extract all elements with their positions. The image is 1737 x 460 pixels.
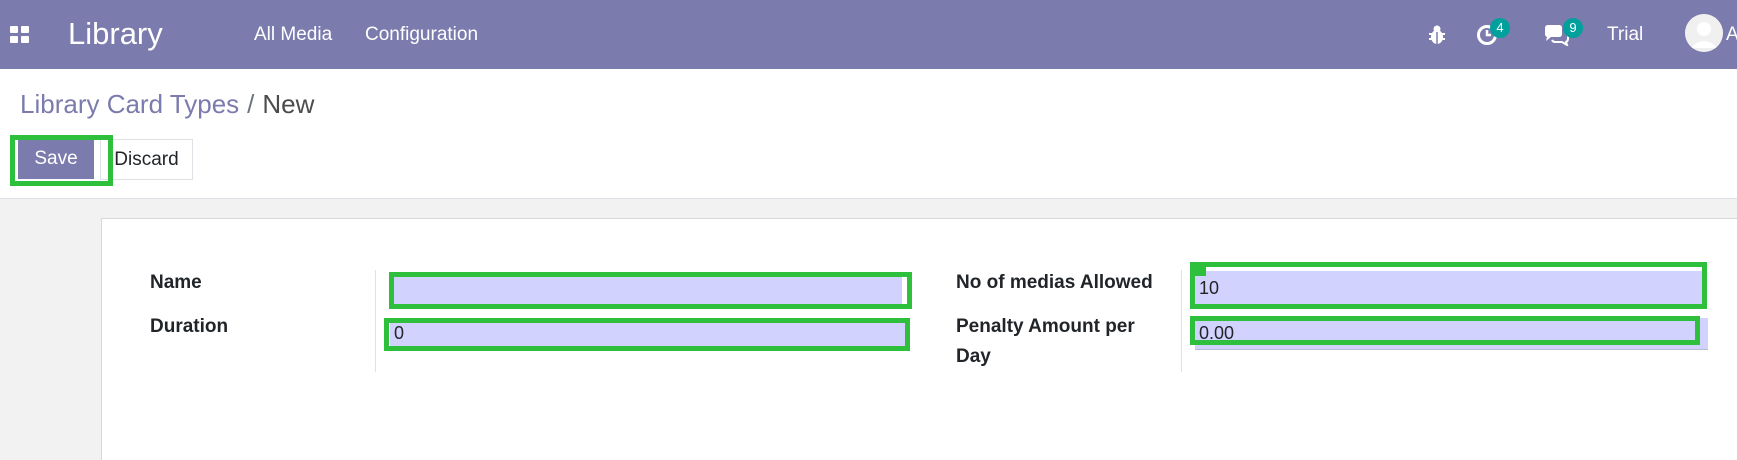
activity-count-badge: 4 (1490, 18, 1510, 38)
name-label: Name (150, 272, 202, 293)
penalty-amount-label-line1: Penalty Amount per (956, 316, 1135, 337)
trial-label[interactable]: Trial (1607, 24, 1643, 46)
right-column-separator (1181, 270, 1182, 372)
discard-button[interactable]: Discard (100, 139, 193, 180)
field-marker (1192, 262, 1206, 276)
duration-label: Duration (150, 316, 229, 337)
app-brand[interactable]: Library (68, 16, 163, 52)
medias-allowed-field[interactable] (1195, 271, 1703, 307)
menu-all-media[interactable]: All Media (254, 24, 332, 46)
menu-configuration[interactable]: Configuration (365, 24, 478, 46)
left-column-separator (375, 270, 376, 372)
apps-grid-icon[interactable] (10, 26, 30, 43)
duration-field[interactable] (390, 320, 905, 348)
breadcrumb-separator: / (247, 89, 255, 119)
user-avatar-icon[interactable] (1685, 14, 1723, 52)
penalty-amount-label-line2: Day (956, 346, 991, 367)
name-field[interactable] (392, 275, 902, 305)
activity-clock-icon[interactable]: 4 (1474, 18, 1510, 48)
chat-icon[interactable]: 9 (1543, 18, 1583, 48)
breadcrumb-current: New (262, 89, 315, 119)
penalty-amount-field[interactable] (1195, 318, 1708, 350)
bug-icon[interactable] (1424, 22, 1450, 48)
breadcrumb-parent[interactable]: Library Card Types (20, 89, 239, 119)
messages-count-badge: 9 (1563, 18, 1583, 38)
user-name[interactable]: A (1726, 24, 1737, 46)
save-button[interactable]: Save (18, 139, 94, 179)
top-navbar: Library All Media Configuration 4 9 Tria… (0, 0, 1737, 69)
breadcrumb: Library Card Types / New (20, 89, 314, 119)
medias-allowed-label: No of medias Allowed (956, 272, 1153, 293)
